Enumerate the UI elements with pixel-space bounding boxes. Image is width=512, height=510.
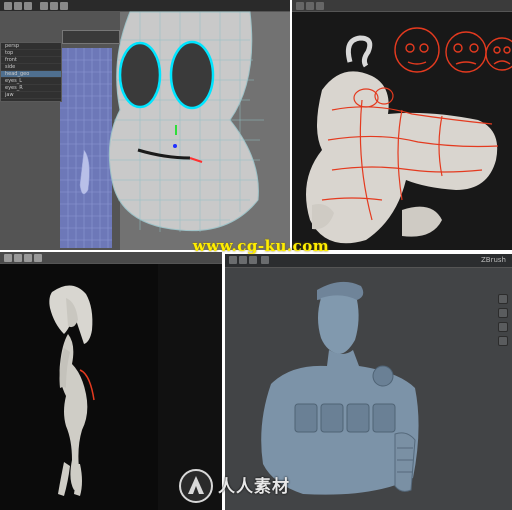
outliner-item[interactable]: eyes_L xyxy=(1,78,61,85)
uv-editor-grid xyxy=(60,48,112,248)
side-tool-button[interactable] xyxy=(498,336,508,346)
maya-dialog-window[interactable] xyxy=(62,30,120,44)
zbrush-window-title: ZBrush xyxy=(481,256,506,264)
outliner-item[interactable]: front xyxy=(1,57,61,64)
outliner-item[interactable]: persp xyxy=(1,43,61,50)
outliner-item[interactable]: top xyxy=(1,50,61,57)
outliner-item[interactable]: side xyxy=(1,64,61,71)
maya-viewport-panel: persp top front side head_geo eyes_L eye… xyxy=(0,0,290,250)
outliner-item[interactable]: eyes_R xyxy=(1,85,61,92)
outliner-item-selected[interactable]: head_geo xyxy=(1,71,61,78)
watermark-text: www.cg-ku.com xyxy=(192,237,330,255)
brand-text: 人人素材 xyxy=(218,477,290,497)
outliner-panel: persp top front side head_geo eyes_L eye… xyxy=(0,42,62,102)
outliner-item[interactable]: jaw xyxy=(1,92,61,99)
maya-viewport[interactable] xyxy=(0,0,290,250)
side-tool-button[interactable] xyxy=(498,294,508,304)
zbrush-genie-panel xyxy=(292,0,512,250)
side-tool-button[interactable] xyxy=(498,308,508,318)
side-tool-button[interactable] xyxy=(498,322,508,332)
genie-sculpt-viewport[interactable] xyxy=(292,0,512,250)
brand-logo-icon xyxy=(179,469,213,503)
